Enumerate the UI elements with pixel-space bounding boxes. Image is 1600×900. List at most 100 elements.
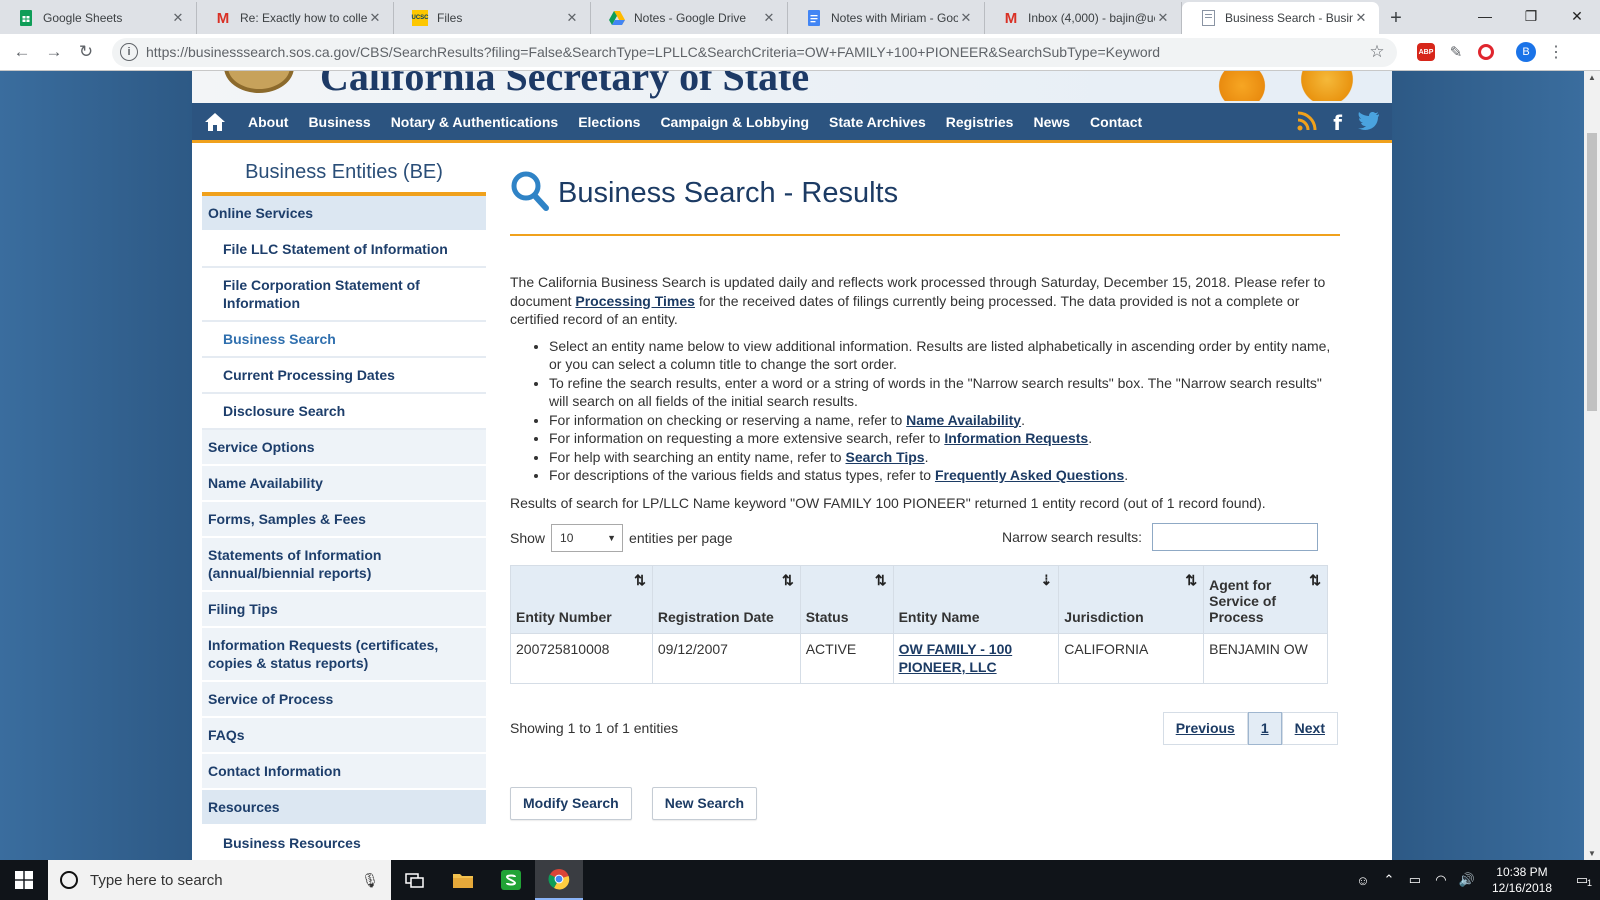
page-number-button[interactable]: 1	[1247, 711, 1282, 745]
browser-tab[interactable]: Notes - Google Drive ✕	[591, 2, 788, 34]
sidebar-item-contact-information[interactable]: Contact Information	[202, 754, 486, 790]
page-scrollbar[interactable]: ▲ ▼	[1584, 71, 1600, 860]
sidebar-item-business-search[interactable]: Business Search	[202, 322, 486, 358]
sidebar-item-statements-of-information-annual-biennial-reports[interactable]: Statements of Information (annual/bienni…	[202, 538, 486, 592]
browser-tab[interactable]: Google Sheets ✕	[0, 2, 197, 34]
nav-news[interactable]: News	[1023, 114, 1080, 130]
list-item: For information on checking or reserving…	[549, 411, 1340, 430]
browser-tab[interactable]: M Re: Exactly how to collect ✕	[197, 2, 394, 34]
close-icon[interactable]: ✕	[564, 10, 580, 26]
address-bar[interactable]: i https://businesssearch.sos.ca.gov/CBS/…	[112, 37, 1397, 67]
column-header-agent[interactable]: ⇅ Agent for Service of Process	[1203, 564, 1328, 634]
bookmark-star-icon[interactable]: ☆	[1365, 42, 1389, 62]
scroll-up-icon[interactable]: ▲	[1584, 73, 1600, 82]
file-explorer-icon[interactable]	[439, 860, 487, 900]
nav-business[interactable]: Business	[298, 114, 380, 130]
notifications-icon[interactable]: ▭ 1	[1564, 872, 1600, 888]
social-links: f	[1297, 103, 1380, 143]
taskbar-search-box[interactable]: Type here to search 🎙	[48, 860, 391, 900]
chevron-up-icon[interactable]: ⌃	[1376, 872, 1402, 888]
nav-registries[interactable]: Registries	[936, 114, 1024, 130]
reload-icon[interactable]: ↻	[70, 36, 102, 68]
faq-link[interactable]: Frequently Asked Questions	[935, 467, 1124, 483]
sidebar-item-forms-samples-fees[interactable]: Forms, Samples & Fees	[202, 502, 486, 538]
narrow-search-input[interactable]	[1152, 522, 1318, 551]
next-page-button[interactable]: Next	[1281, 711, 1338, 745]
adblock-icon[interactable]: ABP	[1411, 37, 1441, 67]
close-icon[interactable]: ✕	[761, 10, 777, 26]
sidebar-item-faqs[interactable]: FAQs	[202, 718, 486, 754]
close-icon[interactable]: ✕	[1353, 10, 1369, 26]
forward-icon[interactable]: →	[38, 36, 70, 68]
wifi-icon[interactable]: ◠	[1428, 872, 1454, 888]
column-header-status[interactable]: ⇅ Status	[799, 564, 894, 634]
page-size-select[interactable]: 10 ▼	[551, 523, 624, 552]
site-info-icon[interactable]: i	[120, 43, 138, 61]
nav-about[interactable]: About	[238, 114, 298, 130]
extension-feather-icon[interactable]: ✎	[1441, 37, 1471, 67]
sidebar-item-disclosure-search[interactable]: Disclosure Search	[202, 394, 486, 430]
processing-times-link[interactable]: Processing Times	[575, 293, 695, 309]
nav-elections[interactable]: Elections	[568, 114, 650, 130]
sidebar-item-online-services[interactable]: Online Services	[202, 196, 486, 232]
sidebar-item-service-options[interactable]: Service Options	[202, 430, 486, 466]
back-icon[interactable]: ←	[6, 36, 38, 68]
facebook-icon[interactable]: f	[1333, 111, 1342, 135]
column-header-jurisdiction[interactable]: ⇅ Jurisdiction	[1058, 564, 1205, 634]
browser-tab[interactable]: M Inbox (4,000) - bajin@uc ✕	[985, 2, 1182, 34]
sidebar-item-service-of-process[interactable]: Service of Process	[202, 682, 486, 718]
sidebar-item-current-processing-dates[interactable]: Current Processing Dates	[202, 358, 486, 394]
modify-search-button[interactable]: Modify Search	[510, 786, 632, 820]
close-icon[interactable]: ✕	[170, 10, 186, 26]
new-search-button[interactable]: New Search	[651, 786, 758, 820]
clock[interactable]: 10:38 PM 12/16/2018	[1480, 864, 1564, 896]
home-icon[interactable]	[192, 102, 238, 142]
nav-notary[interactable]: Notary & Authentications	[381, 114, 569, 130]
sidebar-item-resources[interactable]: Resources	[202, 790, 486, 826]
close-icon[interactable]: ✕	[367, 10, 383, 26]
column-header-entity-name[interactable]: ⇣ Entity Name	[892, 564, 1060, 634]
rss-icon[interactable]	[1297, 111, 1317, 136]
browser-tab[interactable]: Notes with Miriam - Goo ✕	[788, 2, 985, 34]
battery-icon[interactable]: ▭	[1402, 872, 1428, 888]
spreadsheet-app-icon[interactable]	[487, 860, 535, 900]
new-tab-button[interactable]: +	[1379, 2, 1413, 34]
column-header-entity-number[interactable]: ⇅ Entity Number	[510, 564, 653, 634]
nav-archives[interactable]: State Archives	[819, 114, 936, 130]
microphone-icon[interactable]: 🎙	[361, 872, 379, 889]
browser-tab[interactable]: UCSC Files ✕	[394, 2, 591, 34]
browser-tab-active[interactable]: Business Search - Busine ✕	[1182, 2, 1379, 34]
sidebar-item-file-corporation-statement-of-information[interactable]: File Corporation Statement of Informatio…	[202, 268, 486, 322]
banner-title[interactable]: California Secretary of State	[320, 71, 809, 100]
search-tips-link[interactable]: Search Tips	[845, 449, 924, 465]
close-icon[interactable]: ✕	[958, 10, 974, 26]
sidebar-item-information-requests-certificates-copies-status-reports[interactable]: Information Requests (certificates, copi…	[202, 628, 486, 682]
people-icon[interactable]: ☺	[1350, 873, 1376, 888]
minimize-icon[interactable]: —	[1462, 0, 1508, 32]
sidebar-item-business-resources[interactable]: Business Resources	[202, 826, 486, 860]
twitter-icon[interactable]	[1358, 111, 1380, 135]
profile-avatar[interactable]: B	[1511, 37, 1541, 67]
nav-contact[interactable]: Contact	[1080, 114, 1152, 130]
scroll-thumb[interactable]	[1587, 133, 1597, 411]
window-close-icon[interactable]: ✕	[1554, 0, 1600, 32]
url-text[interactable]: https://businesssearch.sos.ca.gov/CBS/Se…	[146, 44, 1365, 60]
task-view-icon[interactable]	[391, 860, 439, 900]
windows-start-icon[interactable]	[0, 860, 48, 900]
name-availability-link[interactable]: Name Availability	[906, 412, 1021, 428]
opera-extension-icon[interactable]	[1471, 37, 1501, 67]
volume-icon[interactable]: 🔊	[1454, 872, 1480, 888]
sidebar-item-filing-tips[interactable]: Filing Tips	[202, 592, 486, 628]
chrome-icon[interactable]	[535, 860, 583, 900]
menu-kebab-icon[interactable]: ⋮	[1541, 37, 1571, 67]
sidebar-item-file-llc-statement-of-information[interactable]: File LLC Statement of Information	[202, 232, 486, 268]
sidebar-item-name-availability[interactable]: Name Availability	[202, 466, 486, 502]
information-requests-link[interactable]: Information Requests	[944, 430, 1088, 446]
nav-campaign[interactable]: Campaign & Lobbying	[650, 114, 819, 130]
restore-icon[interactable]: ❐	[1508, 0, 1554, 32]
close-icon[interactable]: ✕	[1155, 10, 1171, 26]
entity-name-link[interactable]: OW FAMILY - 100 PIONEER, LLC	[899, 641, 1013, 676]
scroll-down-icon[interactable]: ▼	[1584, 849, 1600, 858]
previous-page-button[interactable]: Previous	[1162, 711, 1248, 745]
column-header-registration-date[interactable]: ⇅ Registration Date	[651, 564, 801, 634]
